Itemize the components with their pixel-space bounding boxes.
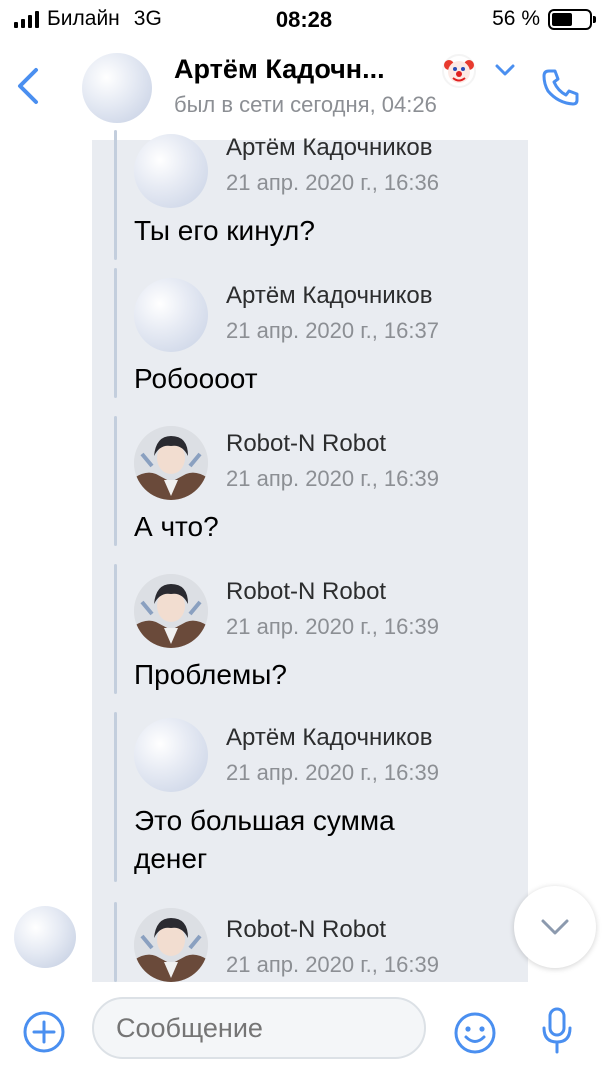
quote-bar: [114, 564, 117, 694]
chevron-down-icon: [541, 919, 569, 935]
sender-avatar[interactable]: [134, 426, 208, 500]
attach-button[interactable]: [22, 1010, 66, 1054]
quote-bar: [114, 130, 117, 260]
forwarded-message[interactable]: Артём Кадочников 21 апр. 2020 г., 16:36 …: [114, 130, 524, 270]
sender-name[interactable]: Robot-N Robot: [226, 916, 386, 944]
plus-circle-icon: [23, 1011, 65, 1053]
my-message-avatar[interactable]: [14, 906, 76, 968]
chat-header: Артём Кадочн... был в сети сегодня, 04:2…: [0, 40, 608, 130]
sender-name[interactable]: Артём Кадочников: [226, 134, 433, 162]
voice-message-button[interactable]: [540, 1006, 574, 1058]
quote-bar: [114, 902, 117, 982]
microphone-icon: [542, 1007, 572, 1054]
chevron-left-icon: [18, 68, 38, 104]
sender-name[interactable]: Артём Кадочников: [226, 282, 433, 310]
forwarded-message[interactable]: Robot-N Robot 21 апр. 2020 г., 16:39: [114, 902, 524, 982]
message-date: 21 апр. 2020 г., 16:37: [226, 318, 439, 343]
contact-name[interactable]: Артём Кадочн...: [174, 54, 385, 85]
forwarded-message[interactable]: Robot-N Robot 21 апр. 2020 г., 16:39 Про…: [114, 564, 524, 704]
message-text: Робоооот: [134, 363, 258, 394]
status-bar: Билайн 3G 08:28 56 %: [0, 0, 608, 40]
message-text: Ты его кинул?: [134, 215, 315, 246]
quote-bar: [114, 268, 117, 398]
message-text: Это большая сумма денег: [134, 805, 395, 874]
sender-name[interactable]: Robot-N Robot: [226, 430, 386, 458]
sender-avatar[interactable]: [134, 718, 208, 792]
quote-bar: [114, 416, 117, 546]
back-button[interactable]: [14, 66, 44, 106]
sender-avatar[interactable]: [134, 908, 208, 982]
message-date: 21 апр. 2020 г., 16:39: [226, 952, 439, 977]
message-list[interactable]: Артём Кадочников 21 апр. 2020 г., 16:36 …: [0, 130, 608, 982]
sender-avatar[interactable]: [134, 134, 208, 208]
message-date: 21 апр. 2020 г., 16:39: [226, 760, 439, 785]
scroll-down-button[interactable]: [514, 886, 596, 968]
sender-avatar[interactable]: [134, 574, 208, 648]
battery-percent: 56 %: [492, 7, 540, 30]
last-seen-status: был в сети сегодня, 04:26: [174, 92, 437, 117]
battery-icon: [548, 8, 596, 30]
quote-bar: [114, 712, 117, 882]
forwarded-message[interactable]: Артём Кадочников 21 апр. 2020 г., 16:37 …: [114, 268, 524, 408]
contact-avatar[interactable]: [82, 53, 152, 123]
sender-name[interactable]: Robot-N Robot: [226, 578, 386, 606]
emoji-button[interactable]: [452, 1010, 498, 1056]
composer-bar: [0, 982, 608, 1080]
call-button[interactable]: [540, 66, 582, 108]
message-text: Проблемы?: [134, 659, 287, 690]
chevron-down-icon[interactable]: [494, 62, 516, 78]
message-input[interactable]: [92, 997, 426, 1059]
message-date: 21 апр. 2020 г., 16:39: [226, 466, 439, 491]
clown-face-icon: [442, 54, 476, 88]
phone-icon: [542, 69, 579, 106]
message-date: 21 апр. 2020 г., 16:39: [226, 614, 439, 639]
message-text: А что?: [134, 511, 219, 542]
sender-avatar[interactable]: [134, 278, 208, 352]
smiley-icon: [454, 1012, 496, 1054]
sender-name[interactable]: Артём Кадочников: [226, 724, 433, 752]
forwarded-message[interactable]: Артём Кадочников 21 апр. 2020 г., 16:39 …: [114, 712, 524, 888]
message-date: 21 апр. 2020 г., 16:36: [226, 170, 439, 195]
forwarded-message[interactable]: Robot-N Robot 21 апр. 2020 г., 16:39 А ч…: [114, 416, 524, 556]
